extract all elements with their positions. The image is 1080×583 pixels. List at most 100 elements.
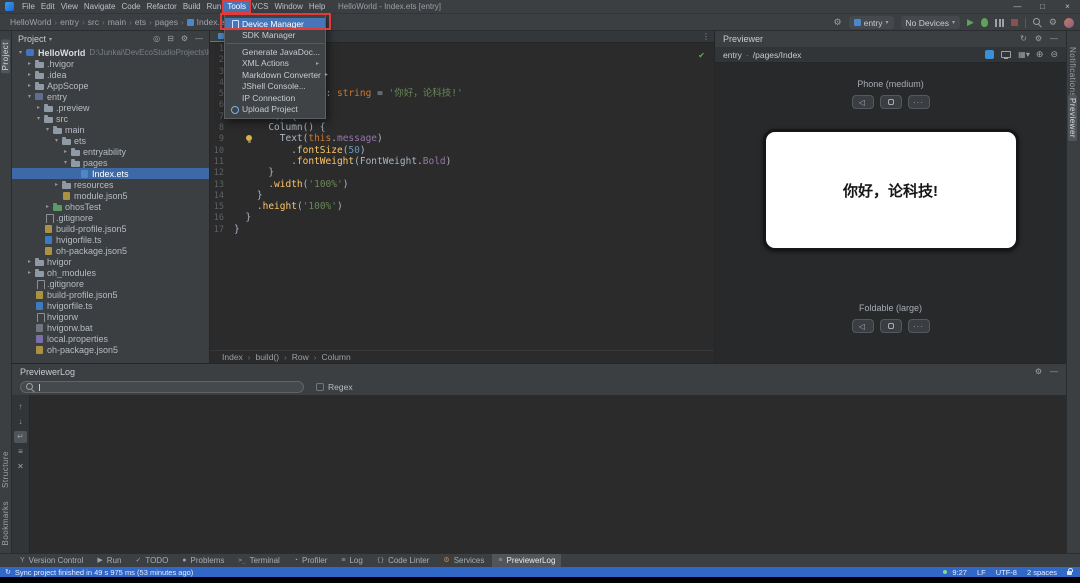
breadcrumb-src[interactable]: src <box>88 17 99 27</box>
more-button[interactable]: ··· <box>907 95 930 109</box>
tool-tab-log[interactable]: Log <box>335 554 368 568</box>
tool-tab-code-linter[interactable]: Code Linter <box>371 554 436 568</box>
regex-option[interactable]: Regex <box>316 382 353 392</box>
code-line-12[interactable]: 12 } <box>210 167 714 178</box>
tool-strip-previewer[interactable]: Previewer <box>1068 95 1077 142</box>
menu-item-device-manager[interactable]: Device Manager <box>225 18 325 30</box>
tree-item-hvigor[interactable]: ▸ .hvigor <box>12 58 209 69</box>
collapse-arrow-icon[interactable]: ▾ <box>52 137 61 144</box>
collapse-arrow-icon[interactable]: ▾ <box>25 93 34 100</box>
tool-tab-previewerlog[interactable]: PreviewerLog <box>492 553 562 568</box>
expand-arrow-icon[interactable]: ▸ <box>25 258 34 265</box>
status-9-27[interactable]: 9:27 <box>952 568 967 577</box>
tree-item-entry[interactable]: ▾ entry <box>12 91 209 102</box>
layout-grid-icon[interactable] <box>1018 51 1029 59</box>
stop-button[interactable] <box>1010 19 1018 26</box>
menu-item-upload-project[interactable]: Upload Project <box>225 104 325 116</box>
menu-code[interactable]: Code <box>118 0 143 14</box>
zoom-out-icon[interactable] <box>1050 50 1058 59</box>
tool-strip-structure[interactable]: Structure <box>1 451 10 488</box>
refresh-icon[interactable] <box>1020 35 1027 43</box>
menu-navigate[interactable]: Navigate <box>81 0 119 14</box>
log-search-input[interactable] <box>20 381 304 393</box>
menu-item-xml-actions[interactable]: XML Actions ▸ <box>225 58 325 70</box>
tree-item-ets[interactable]: ▾ ets <box>12 135 209 146</box>
tree-item-entryability[interactable]: ▸ entryability <box>12 146 209 157</box>
hide-icon[interactable] <box>1050 35 1058 43</box>
expand-arrow-icon[interactable]: ▸ <box>61 148 70 155</box>
editor-options-icon[interactable]: ⋮ <box>702 32 710 41</box>
breadcrumb-helloworld[interactable]: HelloWorld <box>10 17 51 27</box>
tree-item-helloworld[interactable]: ▾ HelloWorld D:\Junkai\DevEcoStudioProject… <box>12 47 209 58</box>
tree-item-hvigor[interactable]: ▸ hvigor <box>12 256 209 267</box>
menu-tools[interactable]: Tools <box>224 0 249 14</box>
editor-crumb-build[interactable]: build() <box>255 352 279 362</box>
editor-crumb-index[interactable]: Index <box>222 352 243 362</box>
tool-tab-terminal[interactable]: Terminal <box>232 554 285 568</box>
tool-tab-todo[interactable]: TODO <box>129 554 174 568</box>
tree-item-build-profile-json5[interactable]: build-profile.json5 <box>12 289 209 300</box>
tree-item-preview[interactable]: ▸ .preview <box>12 102 209 113</box>
menu-item-sdk-manager[interactable]: SDK Manager <box>225 30 325 42</box>
tree-item-resources[interactable]: ▸ resources <box>12 179 209 190</box>
breadcrumb-main[interactable]: main <box>108 17 126 27</box>
collapse-arrow-icon[interactable]: ▾ <box>61 159 70 166</box>
settings-icon[interactable] <box>1035 35 1042 43</box>
editor-crumb-column[interactable]: Column <box>321 352 350 362</box>
maximize-button[interactable]: □ <box>1030 0 1055 14</box>
tool-tab-services[interactable]: Services <box>437 554 490 568</box>
code-line-11[interactable]: 11 .fontWeight(FontWeight.Bold) <box>210 156 714 167</box>
regex-checkbox[interactable] <box>316 383 324 391</box>
collapse-arrow-icon[interactable]: ▾ <box>43 126 52 133</box>
tree-item-oh-package-json5[interactable]: oh-package.json5 <box>12 344 209 355</box>
code-line-10[interactable]: 10 .fontSize(50) <box>210 145 714 156</box>
minimize-button[interactable]: — <box>1005 0 1030 14</box>
tool-strip-notifications[interactable]: Notifications <box>1068 47 1077 97</box>
menu-item-markdown-converter[interactable]: Markdown Converter ▸ <box>225 69 328 81</box>
hide-icon[interactable] <box>1050 368 1058 376</box>
editor-crumb-row[interactable]: Row <box>292 352 309 362</box>
breadcrumb-ets[interactable]: ets <box>135 17 146 27</box>
status-lf[interactable]: LF <box>977 568 986 577</box>
menu-item-generate-javadoc[interactable]: Generate JavaDoc... <box>225 46 325 58</box>
tree-item-build-profile-json5[interactable]: build-profile.json5 <box>12 223 209 234</box>
breadcrumb-entry[interactable]: entry <box>60 17 79 27</box>
tool-strip-bookmarks[interactable]: Bookmarks <box>1 501 10 546</box>
tree-item-main[interactable]: ▾ main <box>12 124 209 135</box>
tree-item-src[interactable]: ▾ src <box>12 113 209 124</box>
expand-arrow-icon[interactable]: ▸ <box>43 203 52 210</box>
expand-arrow-icon[interactable]: ▸ <box>25 269 34 276</box>
tree-item-gitignore[interactable]: .gitignore <box>12 212 209 223</box>
lock-icon[interactable] <box>1067 568 1073 575</box>
menu-edit[interactable]: Edit <box>38 0 58 14</box>
menu-view[interactable]: View <box>58 0 81 14</box>
home-button[interactable] <box>879 95 902 109</box>
expand-arrow-icon[interactable]: ▸ <box>25 71 34 78</box>
avatar[interactable] <box>1064 17 1074 28</box>
soft-wrap-button[interactable] <box>14 431 27 443</box>
inspector-icon[interactable] <box>985 50 995 59</box>
more-button[interactable]: ··· <box>907 319 930 333</box>
expand-arrow-icon[interactable]: ▸ <box>34 104 43 111</box>
hide-icon[interactable] <box>195 35 203 43</box>
tree-item-appscope[interactable]: ▸ AppScope <box>12 80 209 91</box>
code-line-14[interactable]: 14 } <box>210 190 714 201</box>
expand-arrow-icon[interactable]: ▸ <box>25 60 34 67</box>
tree-item-hvigorfile-ts[interactable]: hvigorfile.ts <box>12 234 209 245</box>
code-line-13[interactable]: 13 .width('100%') <box>210 179 714 190</box>
tool-strip-project[interactable]: Project <box>1 39 10 74</box>
back-button[interactable]: ◁ <box>851 95 874 109</box>
clear-button[interactable] <box>14 461 27 473</box>
menu-item-jshell-console[interactable]: JShell Console... <box>225 81 325 93</box>
tool-tab-problems[interactable]: Problems <box>176 554 230 568</box>
code-line-9[interactable]: 9 Text(this.message) <box>210 133 714 144</box>
code-line-16[interactable]: 16 } <box>210 212 714 223</box>
code-line-8[interactable]: 8 Column() { <box>210 122 714 133</box>
collapse-all-icon[interactable] <box>167 35 174 43</box>
tree-item-local-properties[interactable]: local.properties <box>12 333 209 344</box>
status-utf-8[interactable]: UTF-8 <box>996 568 1017 577</box>
tree-item-hvigorw-bat[interactable]: hvigorw.bat <box>12 322 209 333</box>
tree-item-gitignore[interactable]: .gitignore <box>12 278 209 289</box>
debug-button[interactable] <box>980 18 988 27</box>
search-icon[interactable] <box>1032 18 1042 27</box>
